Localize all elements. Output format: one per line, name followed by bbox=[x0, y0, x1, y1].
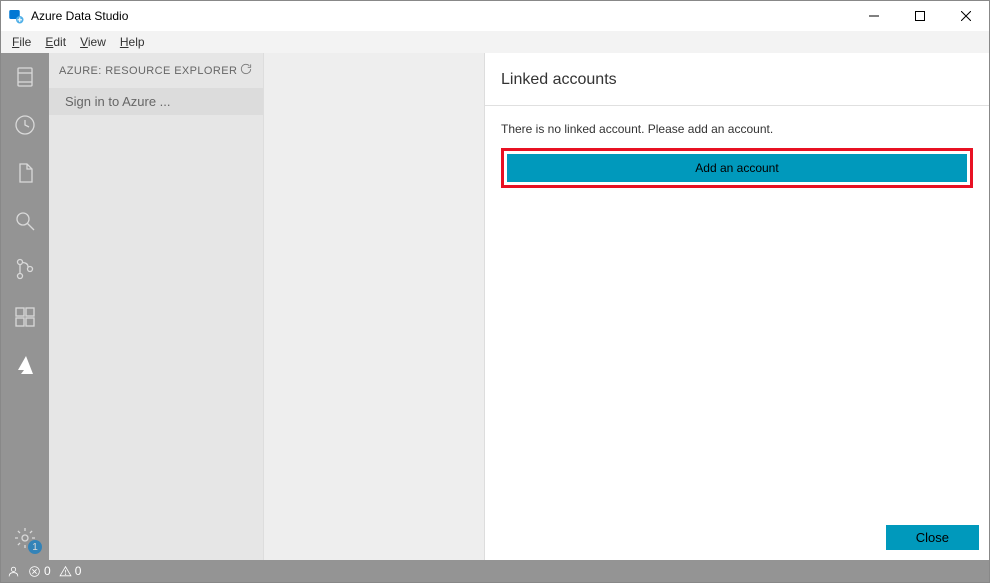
status-accounts-icon[interactable] bbox=[7, 565, 20, 578]
linked-accounts-pane: Linked accounts There is no linked accou… bbox=[484, 53, 989, 560]
app-icon bbox=[7, 7, 25, 25]
menu-edit[interactable]: Edit bbox=[38, 33, 73, 51]
search-icon[interactable] bbox=[11, 207, 39, 235]
menu-help[interactable]: Help bbox=[113, 33, 152, 51]
add-account-highlight: Add an account bbox=[501, 148, 973, 188]
minimize-button[interactable] bbox=[851, 1, 897, 31]
close-button[interactable] bbox=[943, 1, 989, 31]
linked-accounts-title: Linked accounts bbox=[485, 53, 989, 106]
activitybar: 1 bbox=[1, 53, 49, 560]
add-account-button[interactable]: Add an account bbox=[507, 154, 967, 182]
window-title: Azure Data Studio bbox=[31, 9, 128, 23]
status-warnings[interactable]: 0 bbox=[59, 564, 82, 578]
explorer-icon[interactable] bbox=[11, 159, 39, 187]
maximize-button[interactable] bbox=[897, 1, 943, 31]
status-errors-count: 0 bbox=[44, 564, 51, 578]
sidebar-azure-explorer: AZURE: RESOURCE EXPLORER Sign in to Azur… bbox=[49, 53, 264, 560]
refresh-icon[interactable] bbox=[239, 62, 253, 79]
window-titlebar: Azure Data Studio bbox=[1, 1, 989, 31]
menubar: File Edit View Help bbox=[1, 31, 989, 53]
editor-area: Linked accounts There is no linked accou… bbox=[264, 53, 989, 560]
status-errors[interactable]: 0 bbox=[28, 564, 51, 578]
source-control-icon[interactable] bbox=[11, 255, 39, 283]
extensions-icon[interactable] bbox=[11, 303, 39, 331]
sign-in-azure[interactable]: Sign in to Azure ... bbox=[49, 88, 263, 115]
azure-icon[interactable] bbox=[11, 351, 39, 379]
status-warnings-count: 0 bbox=[75, 564, 82, 578]
settings-badge: 1 bbox=[28, 540, 42, 554]
statusbar: 0 0 bbox=[1, 560, 989, 582]
settings-icon[interactable]: 1 bbox=[11, 524, 39, 552]
sign-in-label: Sign in to Azure ... bbox=[65, 94, 171, 109]
close-pane-button[interactable]: Close bbox=[886, 525, 979, 550]
menu-file[interactable]: File bbox=[5, 33, 38, 51]
sidebar-title: AZURE: RESOURCE EXPLORER bbox=[59, 65, 237, 77]
task-history-icon[interactable] bbox=[11, 111, 39, 139]
servers-icon[interactable] bbox=[11, 63, 39, 91]
no-linked-account-message: There is no linked account. Please add a… bbox=[501, 122, 973, 136]
menu-view[interactable]: View bbox=[73, 33, 113, 51]
sidebar-header: AZURE: RESOURCE EXPLORER bbox=[49, 53, 263, 88]
